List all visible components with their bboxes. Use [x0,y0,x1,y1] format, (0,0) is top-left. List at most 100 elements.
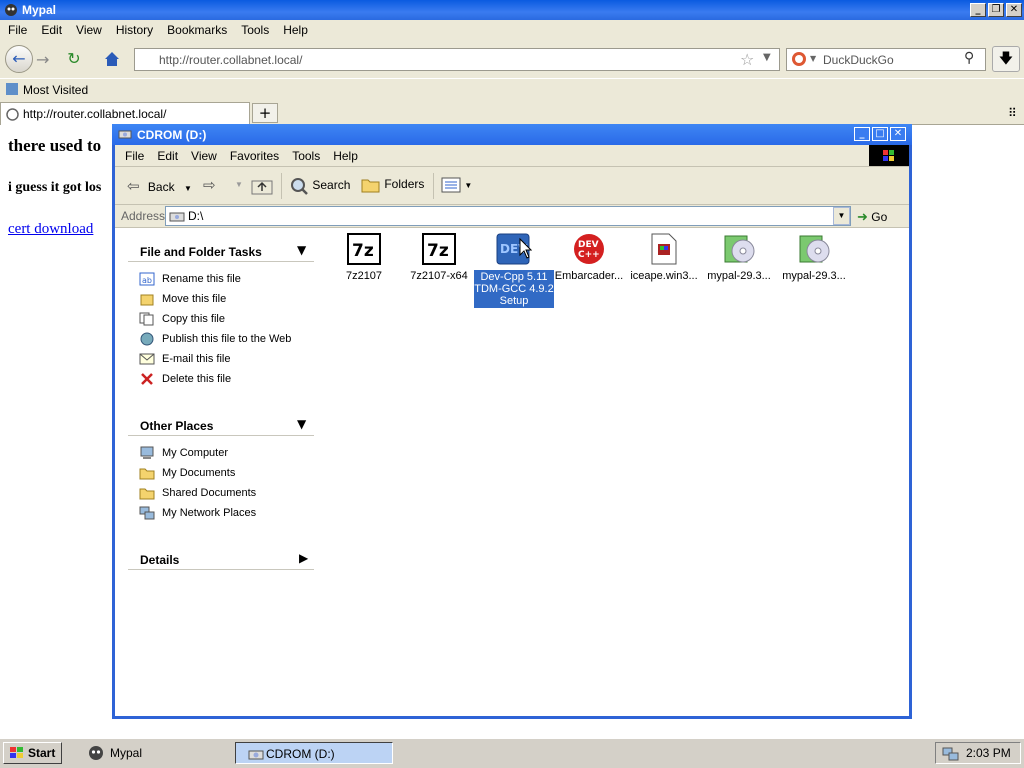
publish-web-icon [140,332,154,346]
other-places-title[interactable]: Other Places [140,419,213,433]
bookmark-most-visited[interactable]: Most Visited [23,83,88,97]
address-input[interactable]: D:\ [165,206,851,226]
search-button[interactable]: Search [289,176,350,196]
other-places-divider [128,435,314,436]
file-item[interactable]: DEV C++ Embarcader... [549,233,629,282]
exp-menu-file[interactable]: File [125,145,144,163]
restore-button[interactable]: ❐ [988,3,1004,17]
address-label: Address [121,209,166,223]
setup-cd-icon [724,235,755,263]
close-button[interactable]: ✕ [1006,3,1022,17]
task-publish[interactable]: Publish this file to the Web [162,333,291,345]
place-network[interactable]: My Network Places [162,507,256,519]
views-dropdown-icon: ▼ [464,181,473,191]
folders-button[interactable]: Folders [361,176,424,194]
delete-icon [141,373,153,385]
url-bar[interactable]: http://router.collabnet.local/ [134,48,780,71]
exp-menu-help[interactable]: Help [333,145,358,163]
views-button[interactable]: ▼ [441,177,472,193]
collapse-other-places-icon[interactable]: ▼ [297,417,306,431]
svg-text:ab: ab [142,276,152,285]
search-label: Search [312,178,351,193]
minimize-button[interactable]: _ [970,3,986,17]
task-rename[interactable]: Rename this file [162,273,241,285]
download-button[interactable]: 🡇 [992,46,1020,72]
up-folder-icon[interactable] [251,177,273,195]
new-tab-button[interactable]: + [252,103,278,123]
start-button[interactable]: Start [3,742,62,764]
forward-dropdown-icon[interactable]: ▼ [235,180,243,189]
back-nav-button[interactable]: ⇦ Back ▼ [127,177,192,195]
expand-details-icon[interactable]: ▶ [299,551,308,565]
bookmark-star-icon[interactable]: ☆ [740,50,754,69]
exp-menu-tools[interactable]: Tools [292,145,320,163]
explorer-minimize-button[interactable]: _ [854,127,870,141]
menu-tools[interactable]: Tools [241,20,269,37]
tab-overflow-icon[interactable]: ⠿ [1008,106,1017,120]
file-label: 7z2107 [345,270,383,282]
explorer-close-button[interactable]: ✕ [890,127,906,141]
shared-documents-icon [139,488,155,500]
browser-title: Mypal [22,3,57,17]
exp-menu-favorites[interactable]: Favorites [230,145,279,163]
setup-cd-icon [799,235,830,263]
task-email[interactable]: E-mail this file [162,353,230,365]
7zip-icon-text: 7z [352,241,374,261]
toolbar-separator-2 [433,173,434,199]
file-item[interactable]: mypal-29.3... [774,233,854,282]
cdrom-icon [118,130,132,139]
file-label: Dev-Cpp 5.11 TDM-GCC 4.9.2 Setup [474,270,554,308]
details-title[interactable]: Details [140,553,179,567]
file-item[interactable]: mypal-29.3... [699,233,779,282]
file-item[interactable]: 7z 7z2107 [324,233,404,282]
my-computer-icon [140,446,154,459]
windows-logo-icon [869,145,909,166]
file-item[interactable]: 7z 7z2107-x64 [399,233,479,282]
back-dropdown-icon: ▼ [183,184,192,193]
task-copy[interactable]: Copy this file [162,313,225,325]
tab-label: http://router.collabnet.local/ [23,107,167,121]
installer-icon [651,233,677,265]
search-engine-dropdown-icon[interactable]: ▼ [810,54,816,63]
windows-flag-icon [883,150,894,161]
collapse-file-tasks-icon[interactable]: ▼ [297,243,306,257]
home-button[interactable] [98,46,126,72]
menu-history[interactable]: History [116,20,153,37]
menu-bookmarks[interactable]: Bookmarks [167,20,227,37]
menu-view[interactable]: View [76,20,102,37]
file-item[interactable]: iceape.win3... [624,233,704,282]
file-item-selected[interactable]: DEV Dev-Cpp 5.11 TDM-GCC 4.9.2 Setup [474,233,554,308]
forward-button[interactable]: → [36,50,49,69]
menu-edit[interactable]: Edit [41,20,62,37]
exp-menu-edit[interactable]: Edit [157,145,178,163]
taskbar-item-cdrom[interactable]: CDROM (D:) [235,742,393,764]
explorer-maximize-button[interactable]: □ [872,127,888,141]
task-move[interactable]: Move this file [162,293,226,305]
bookmarks-toolbar: Most Visited [0,79,1024,101]
forward-nav-button[interactable]: ⇨ [203,176,216,194]
go-label: Go [871,210,888,224]
place-shared-documents[interactable]: Shared Documents [162,487,256,499]
go-button[interactable]: ➜ Go [857,209,887,225]
taskbar-item-mypal[interactable]: Mypal [80,742,230,764]
network-tray-icon[interactable] [942,746,960,762]
task-delete[interactable]: Delete this file [162,373,231,385]
exp-menu-view[interactable]: View [191,145,217,163]
menu-help[interactable]: Help [283,20,308,37]
back-button[interactable]: ← [5,45,33,73]
search-icon[interactable]: ⚲ [964,50,974,66]
most-visited-icon [6,83,18,95]
place-my-documents[interactable]: My Documents [162,467,235,479]
magnifier-icon [291,178,308,195]
cert-download-link[interactable]: cert download [8,221,93,238]
mypal-icon [89,746,103,760]
tab-active[interactable]: http://router.collabnet.local/ [0,102,250,125]
place-my-computer[interactable]: My Computer [162,447,228,459]
browser-titlebar: Mypal _ ❐ ✕ [0,0,1024,20]
file-tasks-title[interactable]: File and Folder Tasks [140,245,262,259]
url-dropdown-icon[interactable]: ▼ [763,52,771,63]
cdrom-taskbar-icon [248,750,264,760]
menu-file[interactable]: File [8,20,27,37]
address-dropdown-button[interactable]: ▼ [833,207,850,225]
reload-button[interactable]: ↻ [60,46,88,72]
